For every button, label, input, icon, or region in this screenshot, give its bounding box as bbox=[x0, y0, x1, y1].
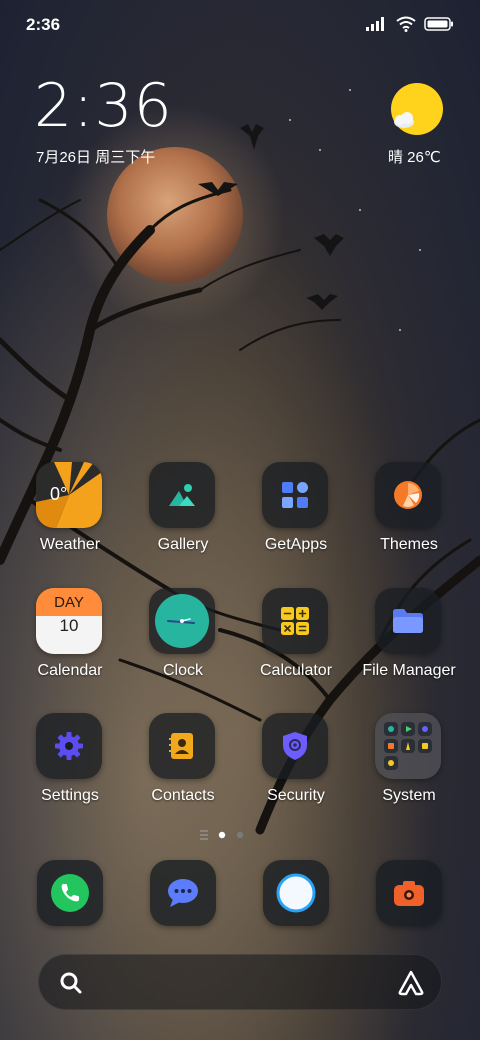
app-label: Gallery bbox=[157, 536, 209, 553]
app-contacts[interactable]: Contacts bbox=[127, 713, 239, 813]
app-label: Clock bbox=[162, 662, 203, 679]
file-manager-icon bbox=[375, 588, 441, 654]
app-weather[interactable]: 0° Weather bbox=[14, 462, 126, 562]
app-themes[interactable]: Themes bbox=[353, 462, 465, 562]
getapps-icon bbox=[262, 462, 328, 528]
clock-widget-date: 7月26日 周三下午 bbox=[36, 149, 156, 166]
app-label: Weather bbox=[39, 536, 101, 553]
app-label: Calculator bbox=[259, 662, 333, 679]
app-security[interactable]: Security bbox=[240, 713, 352, 813]
system-folder-icon bbox=[375, 713, 441, 779]
themes-icon bbox=[375, 462, 441, 528]
calculator-icon bbox=[262, 588, 328, 654]
app-label: System bbox=[382, 787, 436, 804]
dock-phone[interactable] bbox=[37, 860, 103, 926]
camera-icon bbox=[394, 881, 424, 906]
calendar-icon: DAY 10 bbox=[36, 588, 102, 654]
weather-widget-text: 晴 26℃ bbox=[388, 149, 441, 166]
assistant-icon[interactable] bbox=[397, 969, 425, 997]
page-indicator[interactable] bbox=[196, 828, 256, 842]
app-system-folder[interactable]: System bbox=[353, 713, 465, 813]
calendar-icon-day: DAY bbox=[36, 588, 102, 616]
gallery-icon bbox=[149, 462, 215, 528]
dock-camera[interactable] bbox=[376, 860, 442, 926]
app-gallery[interactable]: Gallery bbox=[127, 462, 239, 562]
phone-icon bbox=[51, 874, 89, 912]
page-indicator-menu-icon bbox=[200, 830, 208, 840]
calendar-icon-num: 10 bbox=[36, 616, 102, 654]
app-getapps[interactable]: GetApps bbox=[240, 462, 352, 562]
status-icons bbox=[366, 16, 454, 32]
search-icon[interactable] bbox=[59, 971, 83, 995]
browser-icon bbox=[276, 873, 316, 913]
app-label: Contacts bbox=[151, 787, 215, 804]
dock-messaging[interactable] bbox=[150, 860, 216, 926]
status-bar: 2:36 bbox=[0, 0, 480, 50]
security-icon bbox=[262, 713, 328, 779]
app-label: File Manager bbox=[362, 662, 456, 679]
settings-icon bbox=[36, 713, 102, 779]
app-calendar[interactable]: DAY 10 Calendar bbox=[14, 588, 126, 688]
weather-sun-icon[interactable] bbox=[390, 82, 444, 136]
app-label: Security bbox=[267, 787, 325, 804]
page-dot-active bbox=[218, 831, 226, 839]
app-label: GetApps bbox=[264, 536, 328, 553]
weather-icon: 0° bbox=[36, 462, 102, 528]
app-clock[interactable]: Clock bbox=[127, 588, 239, 688]
signal-icon bbox=[366, 17, 384, 31]
battery-icon bbox=[424, 17, 453, 31]
status-time: 2:36 bbox=[26, 15, 61, 34]
clock-icon bbox=[149, 588, 215, 654]
app-label: Themes bbox=[380, 536, 438, 553]
weather-icon-temp: 0° bbox=[50, 484, 68, 504]
dock-browser[interactable] bbox=[263, 860, 329, 926]
messaging-icon bbox=[168, 879, 198, 907]
app-label: Settings bbox=[41, 787, 99, 804]
wifi-icon bbox=[396, 16, 416, 32]
app-label: Calendar bbox=[37, 662, 103, 679]
app-settings[interactable]: Settings bbox=[14, 713, 126, 813]
search-bar[interactable] bbox=[38, 954, 442, 1010]
app-file-manager[interactable]: File Manager bbox=[353, 588, 465, 688]
page-dot bbox=[236, 831, 244, 839]
clock-widget-time[interactable]: 2:36 bbox=[34, 76, 173, 136]
app-calculator[interactable]: Calculator bbox=[240, 588, 352, 688]
contacts-icon bbox=[149, 713, 215, 779]
